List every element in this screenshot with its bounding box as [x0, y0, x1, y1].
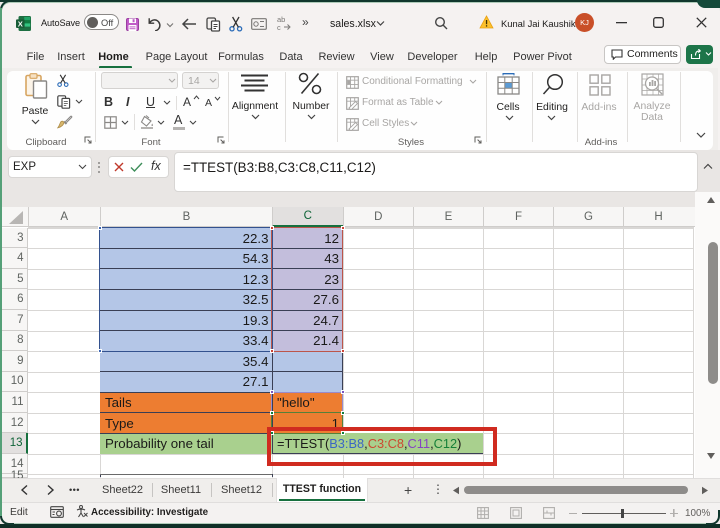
svg-text:c: c [277, 23, 281, 31]
svg-text:X: X [18, 19, 23, 28]
